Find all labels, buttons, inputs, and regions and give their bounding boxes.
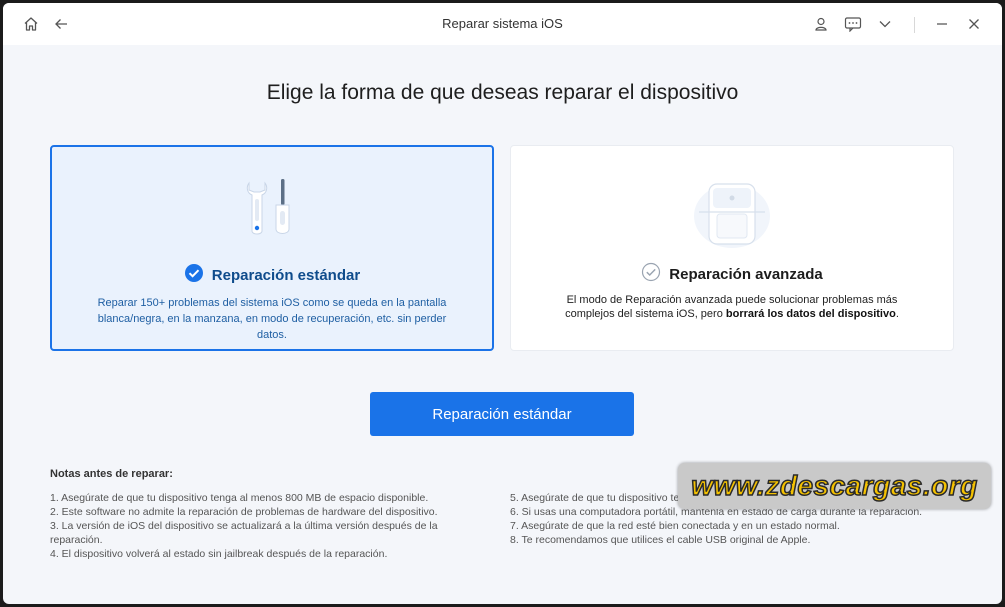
note-item: 1. Asegúrate de que tu dispositivo tenga…	[50, 492, 429, 504]
checked-circle-icon	[184, 263, 204, 288]
standard-repair-card[interactable]: Reparación estándar Reparar 150+ problem…	[50, 145, 494, 351]
note-item: 7. Asegúrate de que la red esté bien con…	[510, 520, 840, 532]
notes-list-left: 1. Asegúrate de que tu dispositivo tenga…	[50, 491, 490, 561]
watermark-badge: www.zdescargas.org	[678, 463, 991, 509]
note-item: 2. Este software no admite la reparación…	[50, 506, 438, 518]
minimize-icon[interactable]	[932, 14, 952, 34]
standard-card-title: Reparación estándar	[211, 267, 361, 284]
app-window: Reparar sistema iOS Elige la forma de qu…	[3, 3, 1002, 604]
standard-title-row: Reparación estándar	[52, 263, 492, 288]
standard-card-description: Reparar 150+ problemas del sistema iOS c…	[97, 297, 447, 341]
title-bar-divider	[914, 17, 915, 33]
note-item: 4. El dispositivo volverá al estado sin …	[50, 548, 388, 560]
advanced-title-row: Reparación avanzada	[511, 262, 953, 287]
note-item: 3. La versión de iOS del dispositivo se …	[50, 520, 438, 546]
page-heading: Elige la forma de que deseas reparar el …	[266, 81, 739, 104]
repair-tools-icon	[52, 175, 492, 241]
chat-icon[interactable]	[843, 14, 863, 34]
advanced-desc-end: .	[895, 307, 899, 320]
user-icon[interactable]	[811, 14, 831, 34]
title-bar: Reparar sistema iOS	[3, 3, 1002, 45]
advanced-repair-card[interactable]: Reparación avanzada El modo de Reparació…	[510, 145, 954, 351]
watermark-text: www.zdescargas.org	[691, 469, 978, 502]
advanced-card-title: Reparación avanzada	[669, 266, 823, 283]
unchecked-circle-icon	[641, 262, 661, 287]
note-item: 8. Te recomendamos que utilices el cable…	[510, 534, 811, 546]
notes-title: Notas antes de reparar:	[50, 468, 173, 480]
close-icon[interactable]	[964, 14, 984, 34]
advanced-desc-warning: borrará los datos del dispositivo	[725, 307, 896, 320]
advanced-card-description: El modo de Reparación avanzada puede sol…	[551, 294, 913, 321]
chevron-down-icon[interactable]	[875, 14, 895, 34]
device-repair-icon	[511, 174, 953, 252]
start-standard-repair-button[interactable]: Reparación estándar	[370, 392, 634, 436]
